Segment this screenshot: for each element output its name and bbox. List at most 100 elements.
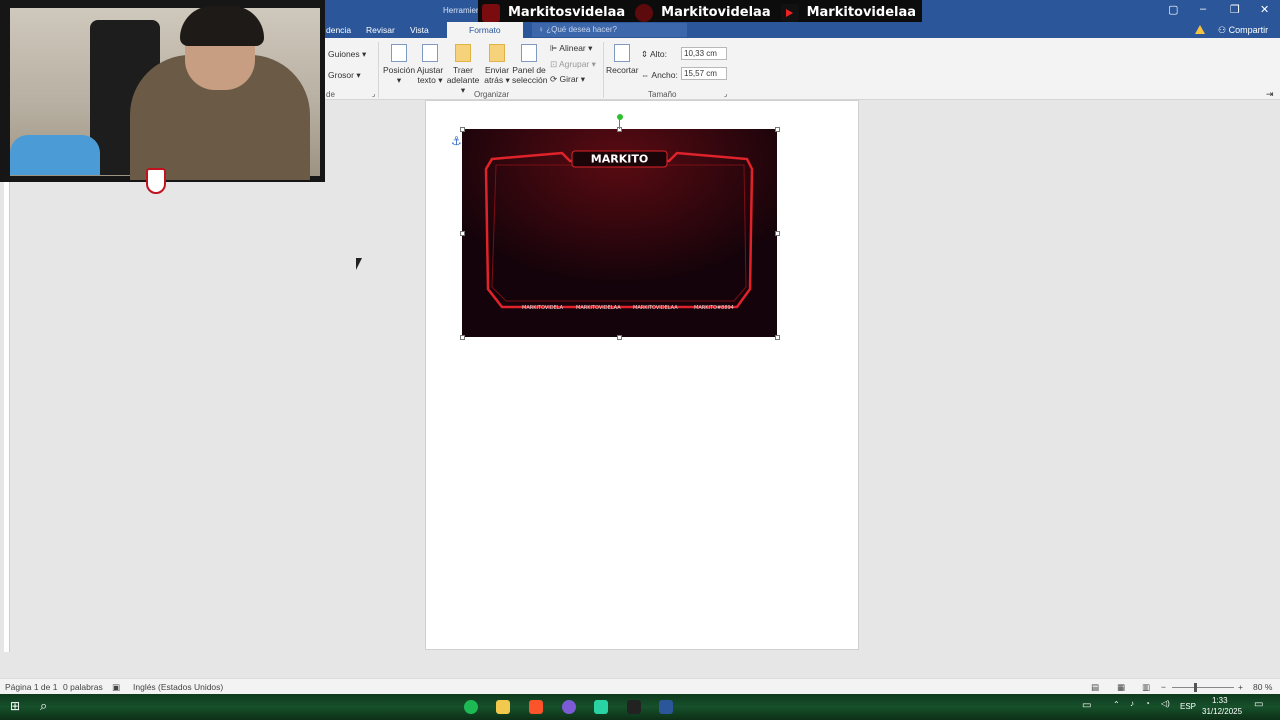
tab-referencias[interactable]: dencia: [326, 25, 351, 35]
chevron-up-icon[interactable]: ⌃: [1113, 700, 1120, 709]
context-tab-label: Herramier: [443, 6, 479, 15]
proofing-icon[interactable]: ▣: [112, 682, 120, 693]
overlay-title: MARKITO: [591, 153, 648, 166]
epic-games-icon[interactable]: [627, 700, 641, 714]
instagram-icon: [635, 3, 654, 22]
share-button[interactable]: ⚇ Compartir: [1218, 25, 1268, 36]
overlay-social-instagram: MARKITOVIDELAA: [576, 305, 621, 311]
group-icon: ⊡: [550, 59, 560, 69]
windows-start-icon[interactable]: ⊞: [10, 699, 20, 713]
network-icon[interactable]: ◔: [1145, 699, 1150, 708]
close-button[interactable]: ✕: [1260, 3, 1269, 16]
page-count[interactable]: Página 1 de 1: [5, 682, 57, 692]
tab-vista[interactable]: Vista: [410, 25, 429, 35]
input-language[interactable]: ESP: [1180, 702, 1196, 711]
resize-handle-bl[interactable]: [460, 335, 465, 340]
group-label-tamano: Tamaño: [648, 90, 677, 99]
chrome-profile-icon[interactable]: [562, 700, 576, 714]
web-layout-icon[interactable]: ▥: [1142, 682, 1150, 693]
restore-button[interactable]: ❐: [1230, 3, 1240, 16]
crop-button[interactable]: Recortar: [606, 44, 639, 75]
print-layout-icon[interactable]: ▦: [1117, 682, 1125, 693]
notifications-icon[interactable]: ▭: [1254, 699, 1263, 710]
group-label-shape: de: [326, 90, 335, 99]
height-icon: ⇕: [641, 49, 651, 59]
search-icon[interactable]: ⌕: [40, 698, 47, 714]
word-icon[interactable]: [659, 700, 673, 714]
group-separator: [378, 42, 379, 98]
size-dialog-launcher-icon[interactable]: ⌟: [724, 90, 727, 98]
file-explorer-icon[interactable]: [496, 700, 510, 714]
collapse-ribbon-icon[interactable]: ⇥: [1266, 89, 1274, 100]
tab-revisar[interactable]: Revisar: [366, 25, 395, 35]
selection-pane-button[interactable]: Panel de selección: [512, 44, 547, 85]
height-field[interactable]: 10,33 cm: [681, 47, 727, 60]
overlay-social-youtube: MARKITOVIDELA: [522, 305, 564, 311]
clock-time[interactable]: 1:33: [1212, 696, 1228, 705]
position-icon: [391, 44, 407, 62]
status-bar: Página 1 de 1 0 palabras ▣ Inglés (Estad…: [0, 678, 1280, 694]
overlay-frame-graphic: MARKITO MARKITOVIDELA MARKITOVIDELAA MAR…: [462, 129, 777, 337]
lightbulb-icon: ♀: [538, 25, 547, 34]
crop-icon: [614, 44, 630, 62]
dialog-launcher-icon[interactable]: ⌟: [372, 90, 375, 98]
obs-like-icon[interactable]: [594, 700, 608, 714]
clock-date[interactable]: 31/12/2025: [1202, 707, 1242, 716]
spotify-icon[interactable]: [464, 700, 478, 714]
microphone-icon[interactable]: ♪: [1130, 699, 1134, 708]
group-label-organizar: Organizar: [474, 90, 510, 99]
resize-handle-tr[interactable]: [775, 127, 780, 132]
zoom-level[interactable]: 80 %: [1253, 682, 1272, 692]
tell-me-search[interactable]: ♀ ¿Qué desea hacer?: [532, 23, 687, 37]
selection-pane-icon: [521, 44, 537, 62]
width-icon: ⇔: [641, 70, 652, 80]
person-icon: ⚇: [1218, 25, 1229, 35]
rotate-button[interactable]: ⟳ Girar ▾: [550, 74, 585, 85]
resize-handle-l[interactable]: [460, 231, 465, 236]
twitter-icon: [482, 3, 500, 22]
resize-handle-br[interactable]: [775, 335, 780, 340]
width-label: ⇔ Ancho:: [641, 70, 678, 80]
wrap-text-icon: [422, 44, 438, 62]
wrap-text-button[interactable]: Ajustar texto ▾: [415, 44, 445, 85]
zoom-slider-thumb[interactable]: [1194, 683, 1197, 692]
zoom-in-button[interactable]: +: [1238, 682, 1243, 692]
social-handle: Markitovidelaa: [806, 5, 917, 20]
send-backward-button[interactable]: Enviar atrás ▾: [482, 44, 512, 85]
minimize-button[interactable]: –: [1200, 3, 1206, 15]
social-handle: Markitovidelaa: [661, 5, 771, 20]
windows-taskbar: ⊞ ⌕ ▭ ⌃ ♪ ◔ ◁) ESP 1:33 31/12/2025 ▭: [0, 694, 1280, 720]
width-field[interactable]: 15,57 cm: [681, 67, 727, 80]
overlay-social-twitter: MARKITOVIDELAA: [633, 305, 678, 311]
word-count[interactable]: 0 palabras: [63, 682, 103, 692]
align-button[interactable]: ⊫ Alinear ▾: [550, 43, 592, 54]
resize-handle-tl[interactable]: [460, 127, 465, 132]
anchor-icon: ⚓: [451, 134, 462, 148]
warning-icon[interactable]: [1195, 25, 1205, 34]
rotation-handle[interactable]: [617, 114, 623, 120]
youtube-icon: [780, 3, 799, 22]
volume-icon[interactable]: ◁): [1161, 699, 1170, 708]
tab-formato[interactable]: Formato: [447, 22, 523, 38]
bring-forward-icon: [455, 44, 471, 62]
club-crest-icon: [146, 168, 166, 194]
zoom-out-button[interactable]: −: [1161, 682, 1166, 692]
share-label: Compartir: [1228, 25, 1269, 35]
read-mode-icon[interactable]: ▤: [1091, 682, 1099, 693]
weight-button[interactable]: Grosor ▾: [328, 70, 361, 81]
webcam-feed: [0, 0, 325, 182]
bring-forward-button[interactable]: Traer adelante ▾: [445, 44, 481, 95]
resize-handle-r[interactable]: [775, 231, 780, 236]
stream-overlay-image[interactable]: MARKITO MARKITOVIDELA MARKITOVIDELAA MAR…: [462, 129, 777, 337]
keyboard-icon[interactable]: ▭: [1082, 700, 1091, 711]
position-button[interactable]: Posición ▾: [383, 44, 415, 85]
group-button[interactable]: ⊡ Agrupar ▾: [550, 59, 596, 70]
dashes-button[interactable]: Guiones ▾: [328, 49, 366, 60]
zoom-slider[interactable]: [1172, 687, 1234, 688]
display-options-icon[interactable]: ▢: [1168, 3, 1178, 16]
language-indicator[interactable]: Inglés (Estados Unidos): [133, 682, 223, 692]
resize-handle-b[interactable]: [617, 335, 622, 340]
mouse-cursor-icon: [356, 258, 362, 270]
vertical-ruler: [4, 182, 10, 652]
brave-browser-icon[interactable]: [529, 700, 543, 714]
